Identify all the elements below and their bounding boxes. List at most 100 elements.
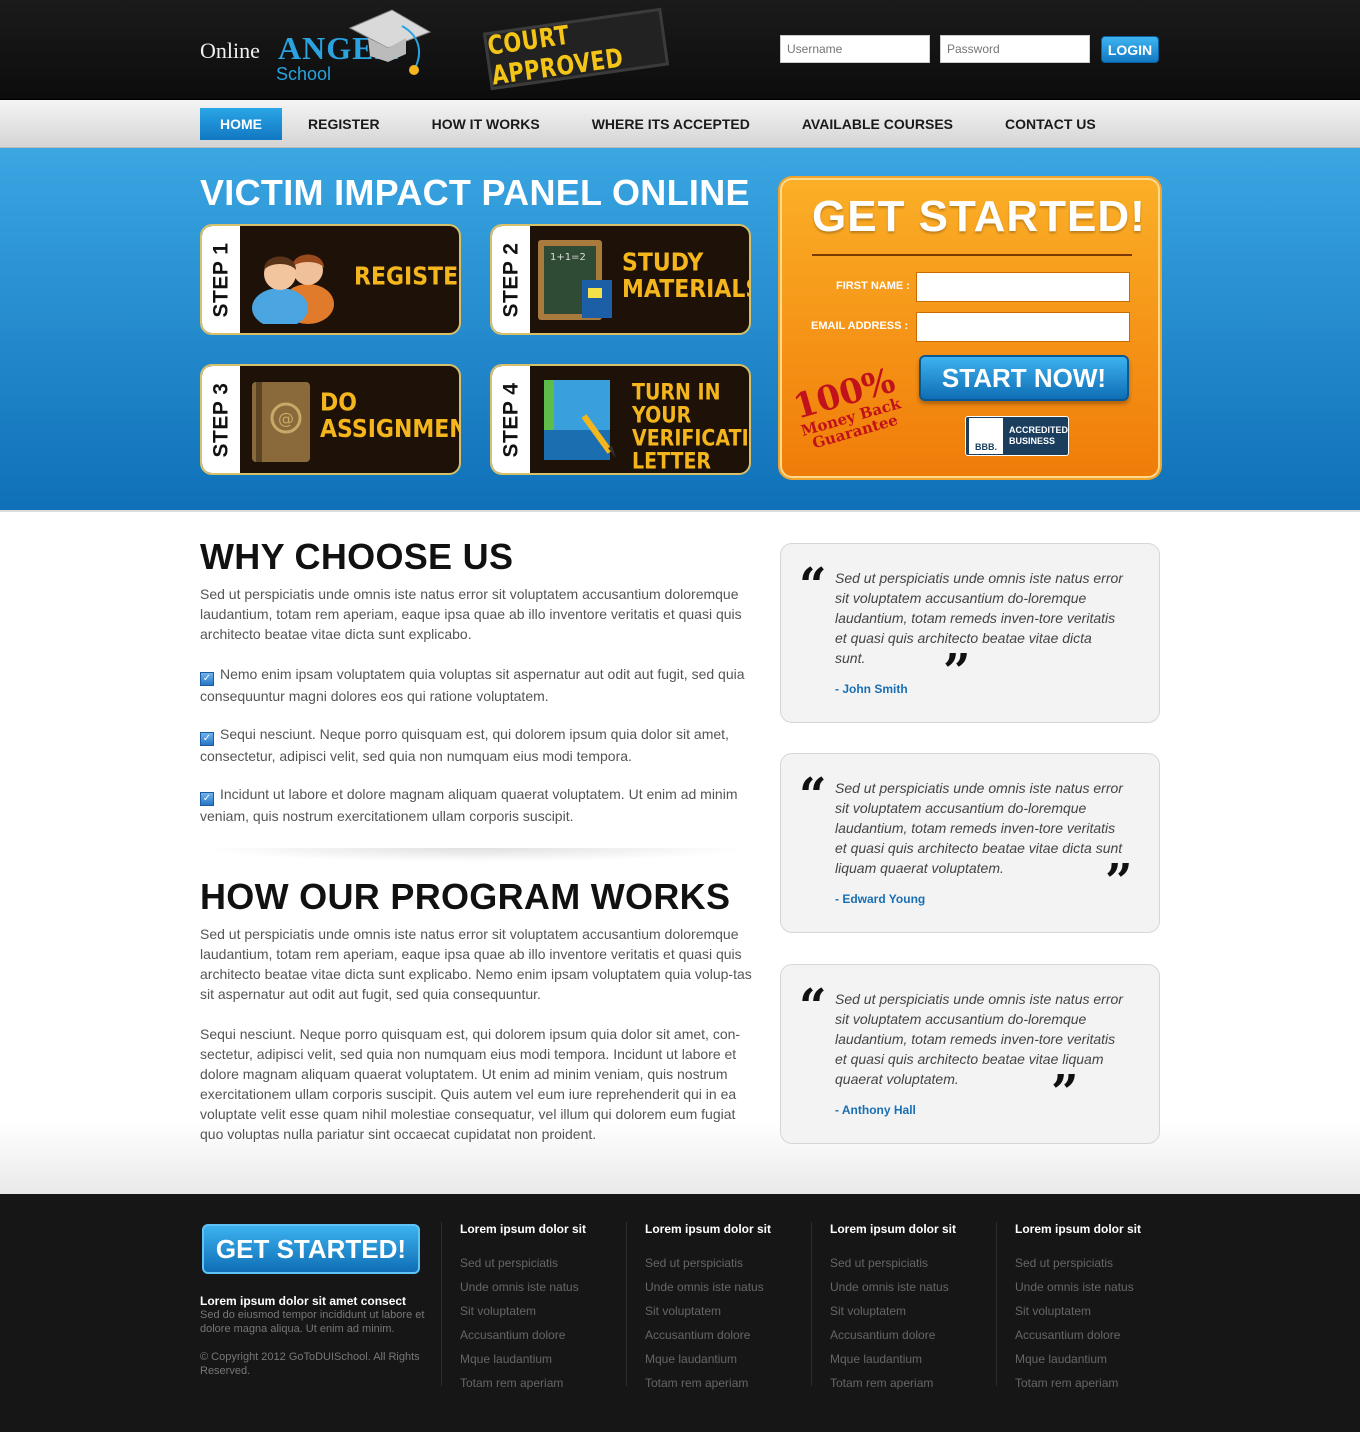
open-quote-icon: “: [799, 979, 827, 1035]
bbb-text: ACCREDITED BUSINESS: [1009, 425, 1068, 447]
stamp-text: COURT APPROVED: [485, 19, 626, 91]
footer-link[interactable]: Sed ut perspiciatis: [830, 1251, 981, 1275]
start-now-button[interactable]: START NOW!: [919, 355, 1129, 401]
footer-column: Lorem ipsum dolor sit Sed ut perspiciati…: [996, 1222, 1166, 1390]
svg-text:1+1=2: 1+1=2: [550, 252, 586, 263]
step-4-label-line-1: TURN IN YOUR: [632, 379, 721, 428]
checkbox-icon: ✓: [200, 792, 214, 806]
footer-link[interactable]: Sit voluptatem: [830, 1299, 981, 1323]
footer-link[interactable]: Unde omnis iste natus: [460, 1275, 611, 1299]
svg-text:@: @: [278, 409, 294, 428]
court-approved-stamp: COURT APPROVED: [482, 7, 670, 91]
main-nav: HOME REGISTER HOW IT WORKS WHERE ITS ACC…: [0, 100, 1360, 148]
footer-get-started-button[interactable]: GET STARTED!: [202, 1224, 420, 1274]
why-point-3: ✓ Incidunt ut labore et dolore magnam ali…: [200, 784, 752, 826]
step-3-label-line-2: ASSIGNMENTS: [320, 415, 459, 445]
footer-link[interactable]: Totam rem aperiam: [645, 1371, 796, 1395]
hero-section: VICTIM IMPACT PANEL ONLINE STEP 1 REGIST…: [0, 148, 1360, 512]
site-footer: GET STARTED! Lorem ipsum dolor sit amet …: [0, 1194, 1360, 1432]
bbb-text-line-1: ACCREDITED: [1008, 425, 1068, 436]
logo-online-text: Online: [200, 38, 260, 63]
first-name-label: FIRST NAME :: [836, 280, 910, 292]
bbb-logo-text: BBB.: [974, 442, 997, 452]
address-book-icon: @: [252, 382, 310, 462]
graduation-cap-icon: [348, 9, 432, 75]
footer-link[interactable]: Sed ut perspiciatis: [460, 1251, 611, 1275]
footer-link[interactable]: Sed ut perspiciatis: [645, 1251, 796, 1275]
footer-link[interactable]: Sit voluptatem: [460, 1299, 611, 1323]
step-1-card[interactable]: STEP 1 REGISTER: [200, 224, 461, 335]
footer-column-title: Lorem ipsum dolor sit: [460, 1222, 587, 1236]
email-field[interactable]: [916, 312, 1130, 342]
footer-column: Lorem ipsum dolor sit Sed ut perspiciati…: [626, 1222, 796, 1390]
footer-link[interactable]: Unde omnis iste natus: [645, 1275, 796, 1299]
footer-link[interactable]: Sit voluptatem: [1015, 1299, 1166, 1323]
step-2-label: STUDY MATERIALS: [622, 250, 751, 305]
nav-item-home[interactable]: HOME: [200, 108, 282, 140]
footer-link[interactable]: Totam rem aperiam: [460, 1371, 611, 1395]
why-point-2-text: Sequi nesciunt. Neque porro quisquam est…: [200, 726, 729, 764]
email-label: EMAIL ADDRESS :: [811, 320, 909, 332]
checkbox-icon: ✓: [200, 672, 214, 686]
nav-item-how-it-works[interactable]: HOW IT WORKS: [412, 108, 560, 140]
password-input[interactable]: [940, 35, 1090, 63]
why-intro-text: Sed ut perspiciatis unde omnis iste natu…: [200, 586, 742, 642]
username-input[interactable]: [780, 35, 930, 63]
why-point-1-text: Nemo enim ipsam voluptatem quia voluptas…: [200, 666, 745, 704]
why-point-1: ✓ Nemo enim ipsam voluptatem quia volupta…: [200, 664, 752, 706]
footer-link[interactable]: Mque laudantium: [1015, 1347, 1166, 1371]
step-2-tab-label: STEP 2: [499, 242, 523, 317]
site-logo[interactable]: Online ANGER School: [200, 9, 440, 90]
footer-link[interactable]: Unde omnis iste natus: [830, 1275, 981, 1299]
step-2-card[interactable]: STEP 2 1+1=2 STUDY MATERIALS: [490, 224, 751, 335]
get-started-title: GET STARTED!: [812, 192, 1146, 241]
step-3-label: DO ASSIGNMENTS: [320, 390, 459, 445]
footer-link[interactable]: Accusantium dolore: [830, 1323, 981, 1347]
footer-column-title: Lorem ipsum dolor sit: [645, 1222, 772, 1236]
nav-list: HOME REGISTER HOW IT WORKS WHERE ITS ACC…: [200, 100, 1160, 148]
checkbox-icon: ✓: [200, 732, 214, 746]
footer-about-text: Sed do eiusmod tempor incididunt ut labo…: [200, 1309, 425, 1335]
close-quote-icon: ”: [1105, 854, 1133, 910]
footer-link[interactable]: Accusantium dolore: [460, 1323, 611, 1347]
footer-link[interactable]: Mque laudantium: [645, 1347, 796, 1371]
footer-link[interactable]: Accusantium dolore: [1015, 1323, 1166, 1347]
nav-item-register[interactable]: REGISTER: [288, 108, 400, 140]
footer-link[interactable]: Totam rem aperiam: [1015, 1371, 1166, 1395]
nav-item-contact[interactable]: CONTACT US: [985, 108, 1116, 140]
footer-column-title: Lorem ipsum dolor sit: [1015, 1222, 1142, 1236]
step-1-tab-label: STEP 1: [209, 242, 233, 317]
nav-item-available-courses[interactable]: AVAILABLE COURSES: [782, 108, 973, 140]
login-button[interactable]: LOGIN: [1101, 36, 1159, 63]
how-it-works-title: HOW OUR PROGRAM WORKS: [200, 876, 731, 917]
how-para-1: Sed ut perspiciatis unde omnis iste natu…: [200, 926, 752, 1002]
step-3-card[interactable]: STEP 3 @ DO ASSIGNMENTS: [200, 364, 461, 475]
first-name-field[interactable]: [916, 272, 1130, 302]
step-2-label-line-2: MATERIALS: [622, 275, 751, 305]
nav-item-where-accepted[interactable]: WHERE ITS ACCEPTED: [572, 108, 770, 140]
testimonial-text: Sed ut perspiciatis unde omnis iste natu…: [835, 570, 1123, 666]
testimonial-author: - Anthony Hall: [835, 1103, 916, 1117]
bbb-logo-icon: BBB.: [969, 418, 1003, 454]
hero-title: VICTIM IMPACT PANEL ONLINE: [200, 172, 750, 213]
testimonial-author: - Edward Young: [835, 892, 926, 906]
step-4-card[interactable]: STEP 4 TURN IN YOUR VERIFICATION LETTER: [490, 364, 751, 475]
footer-link[interactable]: Accusantium dolore: [645, 1323, 796, 1347]
footer-link[interactable]: Unde omnis iste natus: [1015, 1275, 1166, 1299]
step-1-label-line-1: REGISTER: [354, 262, 459, 292]
why-point-2: ✓ Sequi nesciunt. Neque porro quisquam es…: [200, 724, 752, 766]
step-1-label: REGISTER: [354, 262, 459, 292]
testimonial-author: - John Smith: [835, 682, 908, 696]
footer-link[interactable]: Totam rem aperiam: [830, 1371, 981, 1395]
site-header: Online ANGER School COURT APPROVED LOGIN: [0, 0, 1360, 100]
footer-link[interactable]: Mque laudantium: [830, 1347, 981, 1371]
footer-about-title: Lorem ipsum dolor sit amet consect: [200, 1294, 407, 1308]
testimonial-card: “ Sed ut perspiciatis unde omnis iste na…: [780, 964, 1160, 1144]
section-divider: [200, 848, 752, 862]
footer-link[interactable]: Mque laudantium: [460, 1347, 611, 1371]
testimonial-card: “ Sed ut perspiciatis unde omnis iste na…: [780, 543, 1160, 723]
bbb-accredited-badge[interactable]: BBB. ACCREDITED BUSINESS: [965, 416, 1069, 456]
close-quote-icon: ”: [1051, 1065, 1079, 1121]
footer-link[interactable]: Sit voluptatem: [645, 1299, 796, 1323]
footer-link[interactable]: Sed ut perspiciatis: [1015, 1251, 1166, 1275]
